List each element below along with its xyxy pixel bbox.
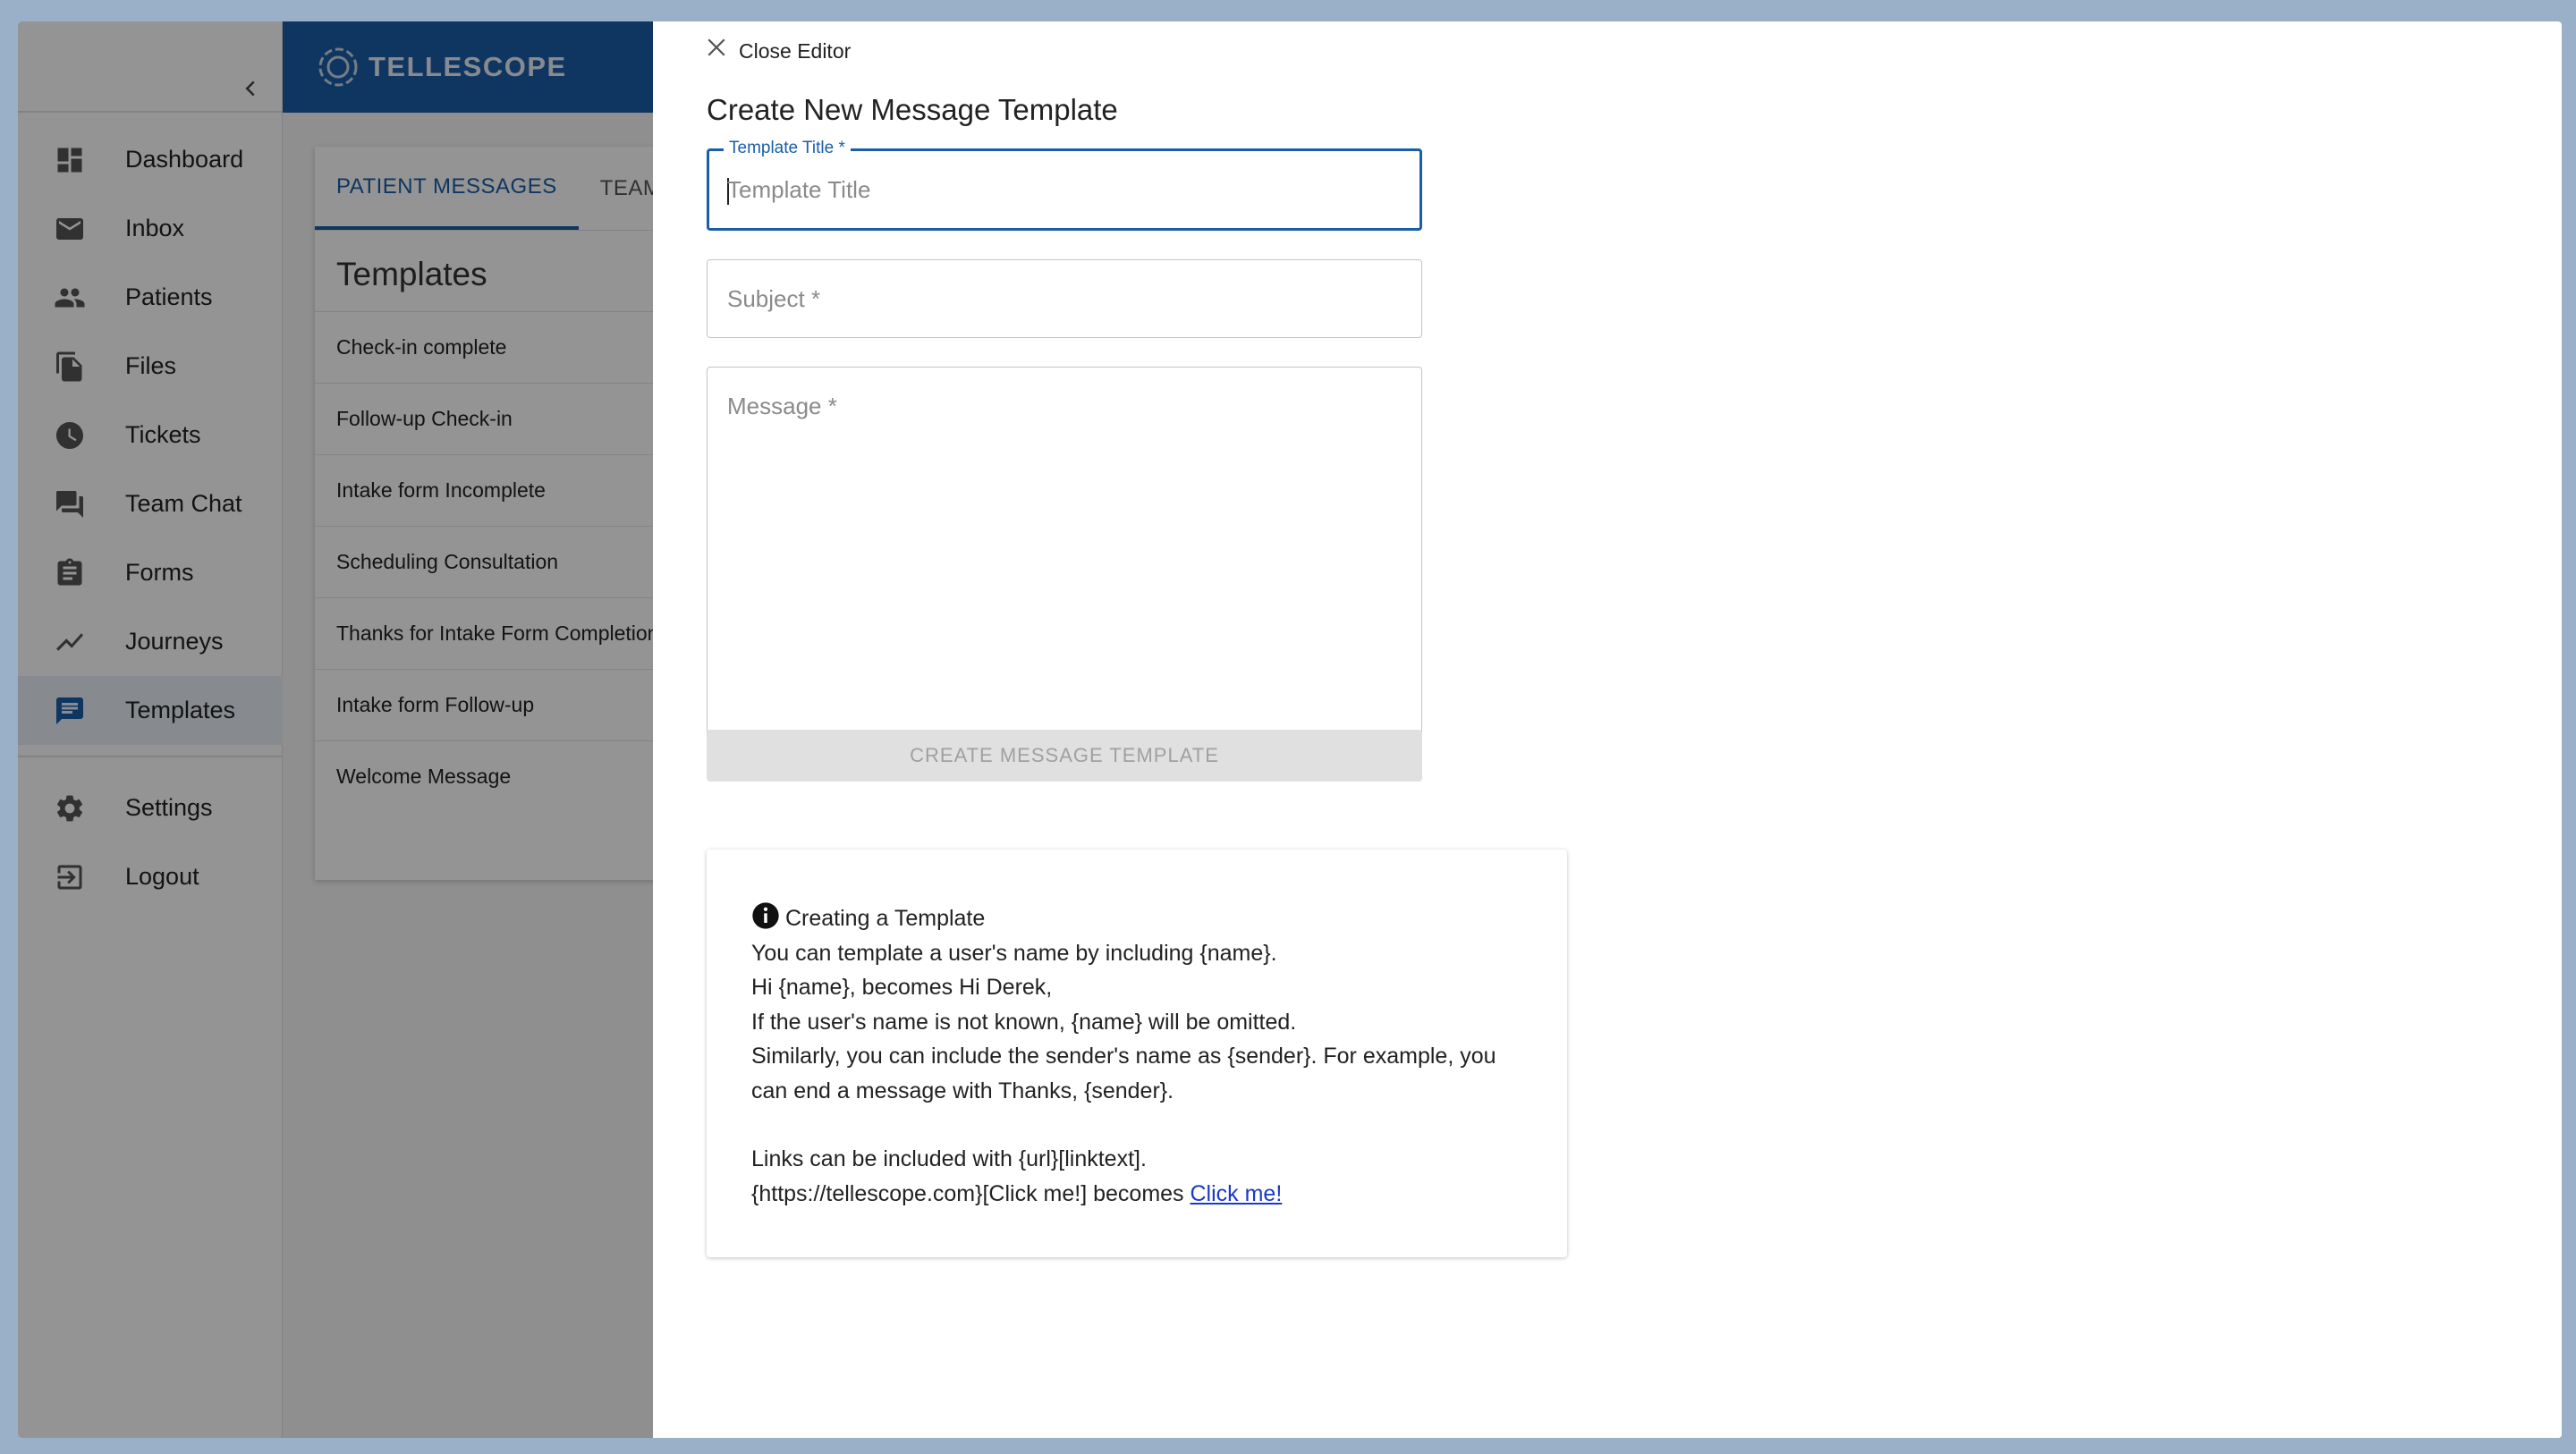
close-icon <box>708 38 725 56</box>
info-line: You can template a user's name by includ… <box>751 940 1277 966</box>
message-placeholder: Message * <box>727 393 837 419</box>
template-title-placeholder: Template Title <box>727 176 871 203</box>
modal-backdrop[interactable] <box>18 21 653 1438</box>
info-heading: Creating a Template <box>751 901 1522 936</box>
subject-field[interactable]: Subject * <box>707 259 1422 338</box>
info-line: {https://tellescope.com}[Click me!] beco… <box>751 1177 1522 1212</box>
close-editor-button[interactable]: Close Editor <box>703 30 851 63</box>
info-line: Links can be included with {url}[linktex… <box>751 1146 1147 1171</box>
subject-placeholder: Subject * <box>727 285 821 312</box>
create-message-template-button[interactable]: CREATE MESSAGE TEMPLATE <box>707 730 1422 782</box>
info-line: Similarly, you can include the sender's … <box>751 1044 1496 1103</box>
editor-title: Create New Message Template <box>707 93 1118 126</box>
template-title-label: Template Title * <box>724 139 851 158</box>
app-window: Dashboard Inbox Patients Files Tickets T… <box>18 21 2562 1438</box>
info-card: Creating a Template You can template a u… <box>707 850 1567 1257</box>
info-line: Hi {name}, becomes Hi Derek, <box>751 975 1053 1000</box>
message-field[interactable]: Message * <box>707 367 1422 744</box>
template-title-field[interactable]: Template Title * Template Title <box>707 139 1422 231</box>
close-editor-label: Close Editor <box>739 39 852 63</box>
info-line-text: {https://tellescope.com}[Click me!] beco… <box>751 1180 1191 1206</box>
click-me-link[interactable]: Click me! <box>1191 1181 1283 1206</box>
info-icon <box>752 902 779 929</box>
template-editor-drawer: Close Editor Create New Message Template… <box>653 21 2562 1438</box>
info-heading-text: Creating a Template <box>785 906 986 931</box>
info-line: If the user's name is not known, {name} … <box>751 1009 1297 1035</box>
